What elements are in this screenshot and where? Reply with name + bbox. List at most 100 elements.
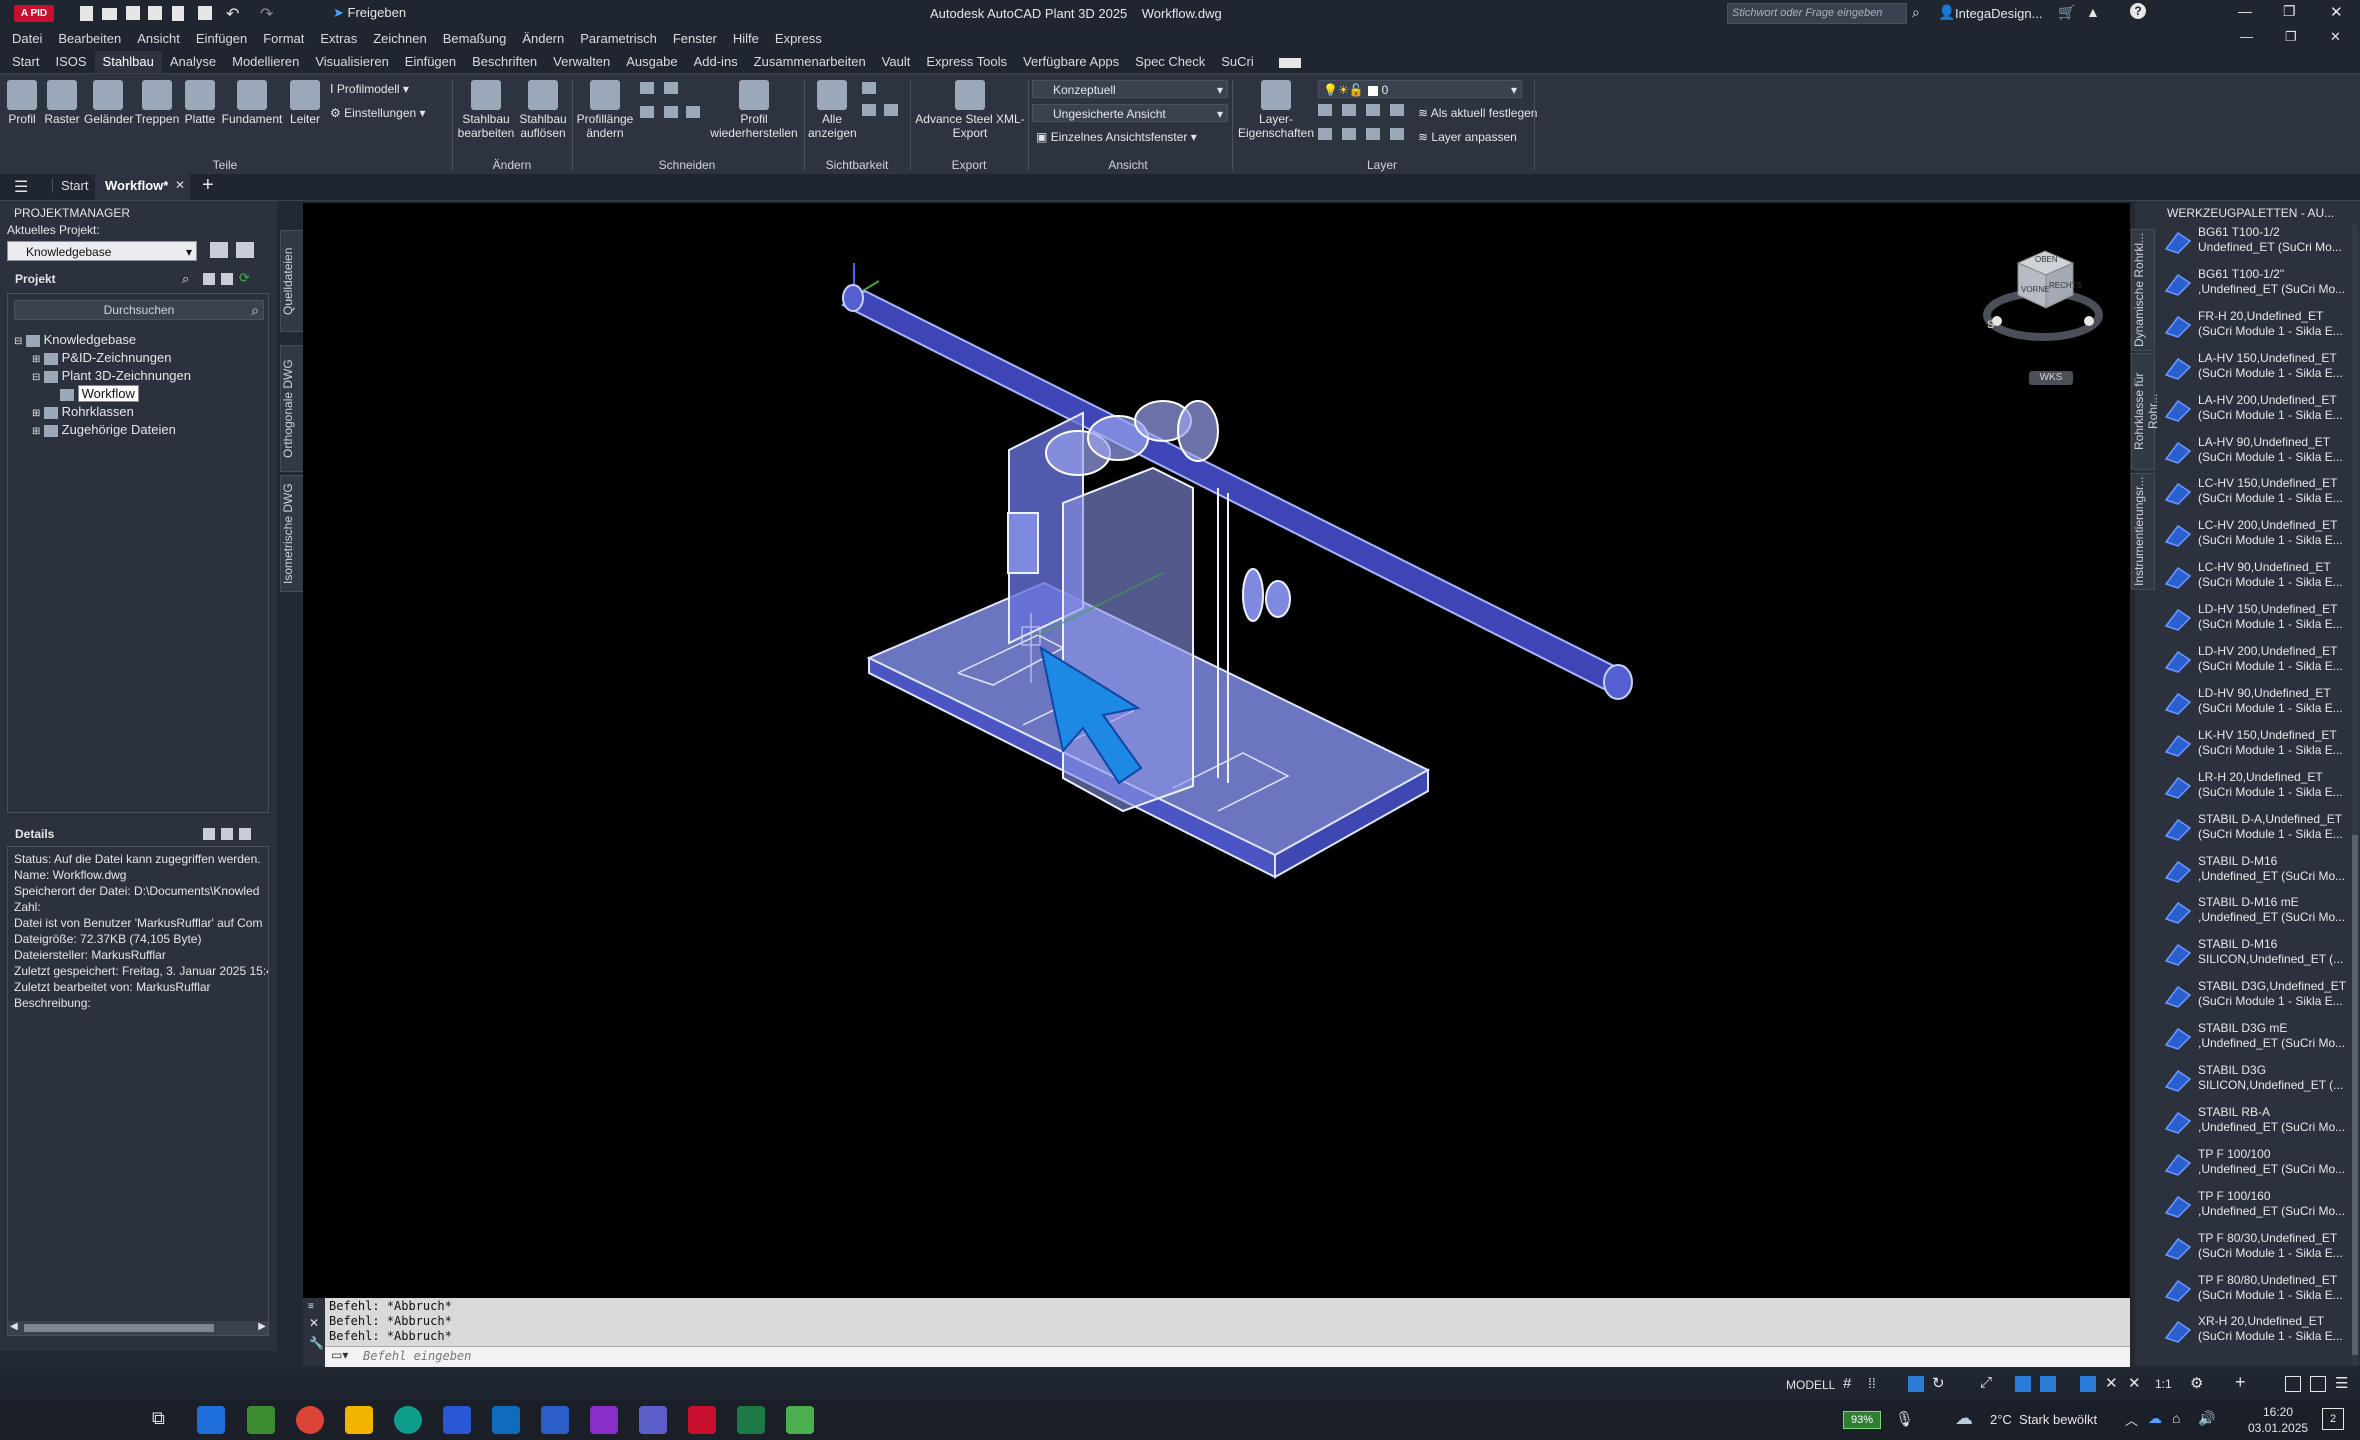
edge-icon[interactable] — [394, 1406, 422, 1434]
palette-item-icon[interactable] — [2163, 939, 2193, 967]
profil-wiederherstellen-button[interactable]: Profil wiederherstellen — [708, 80, 800, 140]
osnap-icon[interactable]: ⤢ — [1980, 1374, 1992, 1391]
palette-item-icon[interactable] — [2163, 269, 2193, 297]
single-viewport-dropdown[interactable]: ▣ Einzelnes Ansichtsfenster ▾ — [1036, 130, 1197, 144]
doc-close-icon[interactable]: ✕ — [2330, 29, 2341, 45]
app-logo-icon[interactable]: A PID — [14, 5, 54, 22]
current-project-dropdown[interactable]: Knowledgebase ▾ — [7, 241, 197, 261]
maximize-icon[interactable]: ❐ — [2283, 3, 2296, 20]
doc-tab-workflow[interactable]: Workflow* ✕ — [95, 174, 190, 200]
palette-item-icon[interactable] — [2163, 1107, 2193, 1135]
palette-item[interactable]: STABIL RB-A ,Undefined_ET (SuCri Mo... — [2198, 1105, 2353, 1135]
tree-item-workflow[interactable]: Workflow — [60, 385, 139, 402]
task-view-icon[interactable]: ⧉ — [152, 1408, 165, 1429]
palette-item[interactable]: LK-HV 150,Undefined_ET (SuCri Module 1 - … — [2198, 728, 2353, 758]
collapse-icon[interactable]: ⊟ — [14, 336, 22, 347]
save-as-icon[interactable] — [148, 6, 162, 20]
schneiden-tools[interactable] — [640, 82, 700, 132]
palette-item-icon[interactable] — [2163, 395, 2193, 423]
visual-style-dropdown[interactable]: Konzeptuell ▾ — [1032, 80, 1228, 98]
tree-item-rohrklassen[interactable]: ⊞ Rohrklassen — [32, 404, 134, 419]
annotation-scale[interactable]: 1:1 — [2155, 1377, 2172, 1391]
menu-fenster[interactable]: Fenster — [665, 27, 725, 51]
tree-item-knowledgebase[interactable]: ⊟ Knowledgebase — [14, 332, 136, 347]
palette-item-icon[interactable] — [2163, 1233, 2193, 1261]
autocad-plant-icon[interactable] — [688, 1406, 716, 1434]
layer-dropdown[interactable]: 💡☀🔓 0 ▾ — [1318, 80, 1522, 98]
tab-sucri[interactable]: SuCri — [1213, 51, 1262, 73]
selection-icon[interactable] — [2040, 1376, 2056, 1392]
palette-item-icon[interactable] — [2163, 1316, 2193, 1344]
command-grip-icon[interactable]: ≡ — [308, 1301, 314, 1312]
fundament-button[interactable]: Fundament — [221, 80, 283, 126]
view-dropdown[interactable]: Ungesicherte Ansicht ▾ — [1032, 104, 1228, 122]
menu-extras[interactable]: Extras — [312, 27, 365, 51]
menu-bemassung[interactable]: Bemaßung — [435, 27, 515, 51]
projekt-search-icon[interactable]: ⌕ — [182, 271, 189, 287]
tab-zusammenarbeiten[interactable]: Zusammenarbeiten — [746, 51, 874, 73]
app-icon-chart[interactable] — [786, 1406, 814, 1434]
viewcube-right-label[interactable]: RECHTS — [2049, 281, 2082, 290]
palette-item-icon[interactable] — [2163, 478, 2193, 506]
layer-tool-6-icon[interactable] — [1342, 128, 1356, 140]
tab-vault[interactable]: Vault — [874, 51, 919, 73]
raster-button[interactable]: Raster — [44, 80, 80, 126]
grid-icon[interactable]: # — [1843, 1375, 1851, 1392]
compass-south-label[interactable]: S — [1987, 319, 1994, 331]
tab-einfuegen[interactable]: Einfügen — [397, 51, 464, 73]
palette-item[interactable]: LD-HV 150,Undefined_ET (SuCri Module 1 - … — [2198, 602, 2353, 632]
menu-aendern[interactable]: Ändern — [514, 27, 572, 51]
onenote-icon[interactable] — [590, 1406, 618, 1434]
palette-item-icon[interactable] — [2163, 437, 2193, 465]
user-name[interactable]: IntegaDesign... — [1955, 6, 2042, 21]
app-icon-m[interactable] — [443, 1406, 471, 1434]
layer-tool-4-icon[interactable] — [1390, 104, 1404, 116]
projekt-tool-1-icon[interactable] — [203, 273, 215, 285]
palette-item[interactable]: LC-HV 150,Undefined_ET (SuCri Module 1 - … — [2198, 476, 2353, 506]
menu-datei[interactable]: Datei — [4, 27, 50, 51]
publish-icon[interactable] — [172, 6, 184, 21]
clock-date[interactable]: 03.01.2025 — [2248, 1421, 2308, 1435]
palette-tab-dynamische[interactable]: Dynamische Rohrkl... — [2131, 229, 2155, 351]
palette-item[interactable]: STABIL D3G,Undefined_ET (SuCri Module 1 -… — [2198, 979, 2353, 1009]
search-icon[interactable]: ⌕ — [1912, 4, 1920, 21]
palette-item-icon[interactable] — [2163, 856, 2193, 884]
new-icon[interactable] — [80, 6, 93, 21]
palette-item[interactable]: LA-HV 90,Undefined_ET (SuCri Module 1 - S… — [2198, 435, 2353, 465]
add-icon[interactable]: + — [2235, 1372, 2246, 1393]
palette-item[interactable]: STABIL D-M16 ,Undefined_ET (SuCri Mo... — [2198, 854, 2353, 884]
battery-indicator[interactable]: 93% — [1843, 1411, 1881, 1429]
cut-tool-2-icon[interactable] — [664, 82, 678, 94]
palette-item-icon[interactable] — [2163, 1023, 2193, 1051]
tree-item-plant3d[interactable]: ⊟ Plant 3D-Zeichnungen — [32, 368, 191, 383]
show-tool-icon[interactable] — [884, 104, 898, 116]
tab-analyse[interactable]: Analyse — [162, 51, 224, 73]
palette-item-icon[interactable] — [2163, 227, 2193, 255]
doc-tab-close-icon[interactable]: ✕ — [175, 178, 185, 192]
palette-item-icon[interactable] — [2163, 814, 2193, 842]
print-project-icon[interactable] — [210, 242, 228, 258]
menu-express[interactable]: Express — [767, 27, 830, 51]
scroll-thumb[interactable] — [24, 1324, 214, 1332]
einstellungen-dropdown[interactable]: ⚙ Einstellungen ▾ — [330, 106, 426, 120]
palette-item[interactable]: LD-HV 200,Undefined_ET (SuCri Module 1 - … — [2198, 644, 2353, 674]
sichtbarkeit-tools[interactable] — [862, 82, 906, 142]
undo-icon[interactable]: ↶ — [226, 4, 239, 24]
alle-anzeigen-button[interactable]: Alle anzeigen — [808, 80, 857, 140]
outlook-icon[interactable] — [492, 1406, 520, 1434]
layer-eigenschaften-button[interactable]: Layer-Eigenschaften — [1236, 80, 1316, 140]
tab-add-ins[interactable]: Add-ins — [686, 51, 746, 73]
model-viewport[interactable]: OBEN VORNE RECHTS S WKS — [303, 203, 2130, 1298]
viewcube-top-label[interactable]: OBEN — [2035, 255, 2058, 264]
palette-item-icon[interactable] — [2163, 1065, 2193, 1093]
palette-item-icon[interactable] — [2163, 1149, 2193, 1177]
tab-isos[interactable]: ISOS — [47, 51, 94, 73]
palette-item-icon[interactable] — [2163, 353, 2193, 381]
menu-parametrisch[interactable]: Parametrisch — [572, 27, 665, 51]
profillaenge-button[interactable]: Profillänge ändern — [574, 80, 636, 140]
chrome-icon[interactable] — [296, 1406, 324, 1434]
layer-tool-1-icon[interactable] — [1318, 104, 1332, 116]
share-button[interactable]: ➤ Freigeben — [333, 5, 406, 21]
tab-start[interactable]: Start — [4, 51, 47, 73]
autodesk-icon[interactable]: ▲ — [2086, 4, 2100, 20]
